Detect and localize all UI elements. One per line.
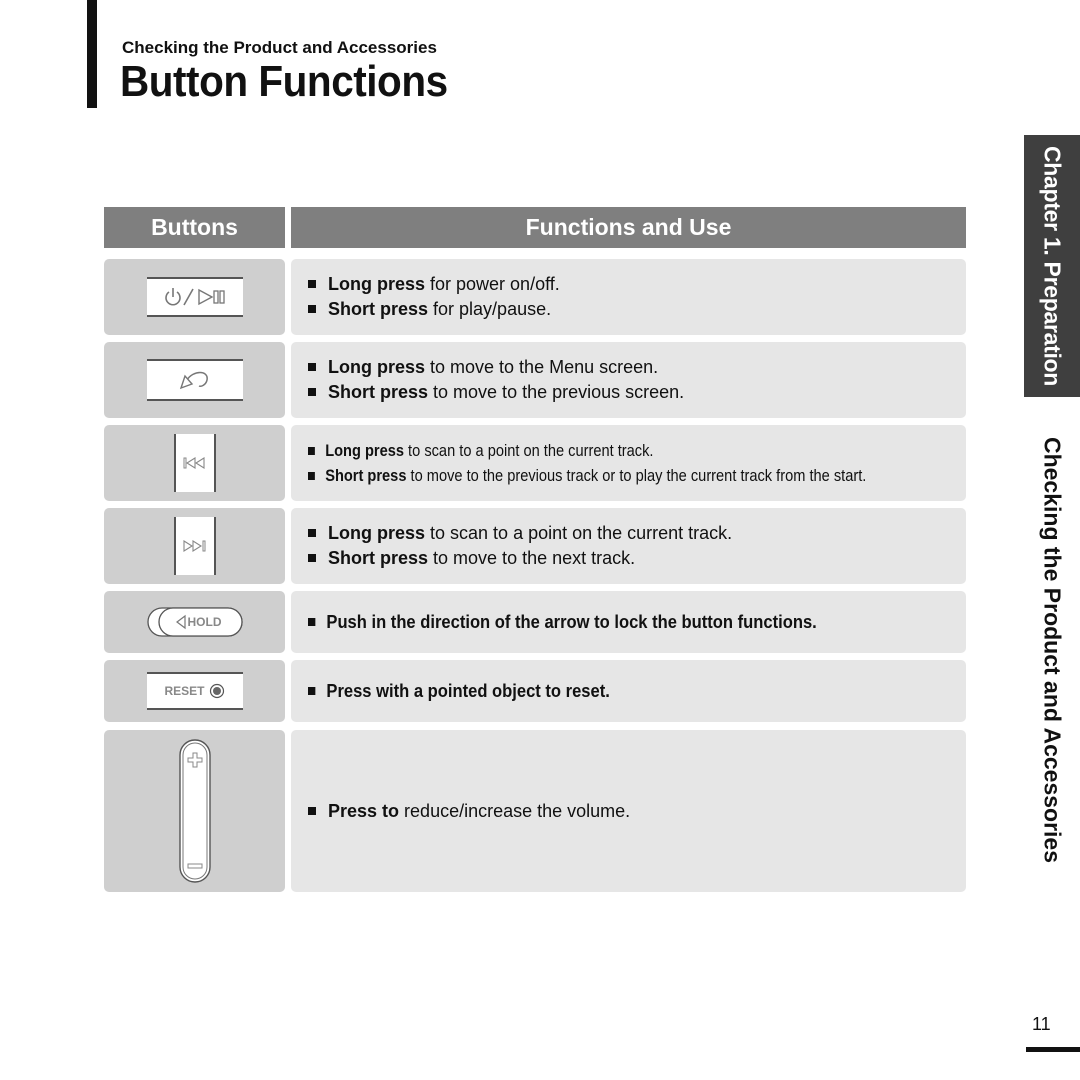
bullet-icon	[308, 471, 315, 480]
function-line: Long press for power on/off.	[308, 272, 966, 297]
header-accent-bar	[87, 0, 97, 108]
chapter-tab-label: Chapter 1. Preparation	[1039, 145, 1066, 387]
table-row-function-cell: Long press to scan to a point on the cur…	[291, 508, 966, 584]
table-row-function-cell: Push in the direction of the arrow to lo…	[291, 591, 966, 653]
function-line: Short press to move to the next track.	[308, 546, 966, 571]
bullet-icon	[308, 806, 316, 815]
table-row-button-cell	[104, 425, 285, 501]
section-tab: Checking the Product and Accessories	[1024, 410, 1080, 890]
column-header-functions: Functions and Use	[291, 207, 966, 248]
skip-next-icon	[173, 517, 216, 575]
function-line: Long press to move to the Menu screen.	[308, 355, 966, 380]
bullet-icon	[308, 617, 316, 626]
power-play-pause-icon	[146, 277, 243, 317]
volume-rocker-icon	[178, 739, 211, 883]
table-row-button-cell	[104, 259, 285, 335]
table-row-function-cell: Press to reduce/increase the volume.	[291, 730, 966, 892]
table-row-button-cell	[104, 508, 285, 584]
reset-pinhole-icon	[209, 683, 224, 699]
bullet-icon	[308, 529, 316, 538]
back-arrow-icon	[146, 359, 243, 401]
table-row-button-cell	[104, 730, 285, 892]
table-row-button-cell: HOLD	[104, 591, 285, 653]
function-line: Short press to move to the previous scre…	[308, 380, 966, 405]
function-line: Short press to move to the previous trac…	[308, 463, 874, 488]
section-tab-label: Checking the Product and Accessories	[1039, 436, 1066, 864]
hold-switch-icon: HOLD	[146, 607, 243, 637]
table-row-button-cell	[104, 342, 285, 418]
skip-previous-icon	[173, 434, 216, 492]
column-header-buttons: Buttons	[104, 207, 285, 248]
bullet-icon	[308, 554, 316, 563]
function-line: Press with a pointed object to reset.	[308, 679, 913, 704]
section-kicker: Checking the Product and Accessories	[122, 38, 437, 57]
page-title: Button Functions	[120, 57, 448, 106]
function-line: Press to reduce/increase the volume.	[308, 799, 966, 824]
hold-label: HOLD	[187, 615, 222, 629]
table-row-function-cell: Press with a pointed object to reset.	[291, 660, 966, 722]
bullet-icon	[308, 686, 316, 695]
page-number: 11	[1032, 1014, 1051, 1034]
function-line: Push in the direction of the arrow to lo…	[308, 610, 913, 635]
bullet-icon	[308, 388, 316, 397]
table-row-function-cell: Long press to move to the Menu screen. S…	[291, 342, 966, 418]
table-row-button-cell: RESET	[104, 660, 285, 722]
bullet-icon	[308, 446, 315, 455]
chapter-tab: Chapter 1. Preparation	[1024, 135, 1080, 397]
function-line: Long press to scan to a point on the cur…	[308, 521, 966, 546]
bullet-icon	[308, 280, 316, 289]
reset-label: RESET	[164, 684, 205, 698]
bullet-icon	[308, 363, 316, 372]
table-row-function-cell: Long press for power on/off. Short press…	[291, 259, 966, 335]
table-row-function-cell: Long press to scan to a point on the cur…	[291, 425, 966, 501]
page-number-rule	[1026, 1047, 1080, 1052]
reset-button-icon: RESET	[146, 672, 243, 710]
bullet-icon	[308, 305, 316, 314]
function-line: Long press to scan to a point on the cur…	[308, 438, 874, 463]
function-line: Short press for play/pause.	[308, 297, 966, 322]
